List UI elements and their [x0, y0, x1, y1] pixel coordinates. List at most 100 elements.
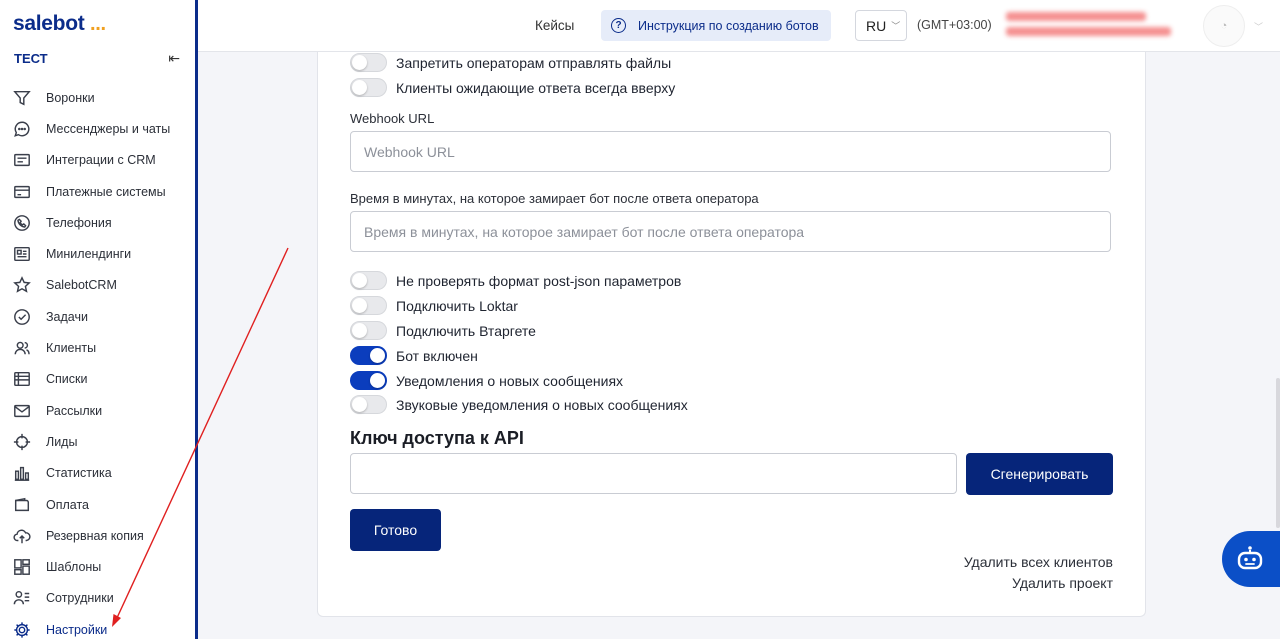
users-icon [12, 338, 32, 358]
project-name: ТЕСТ [14, 51, 48, 66]
sidebar-item-label: Оплата [46, 497, 89, 512]
language-select[interactable]: RU ﹀ [855, 10, 907, 41]
toggle-forbid-operator-files[interactable]: Запретить операторам отправлять файлы [350, 53, 671, 72]
toggle-switch[interactable] [350, 53, 387, 72]
guide-button[interactable]: ? Инструкция по созданию ботов [601, 10, 831, 41]
sidebar-item-telephony[interactable]: Телефония [0, 207, 195, 238]
sidebar-item-backup[interactable]: Резервная копия [0, 520, 195, 551]
toggle-loktar[interactable]: Подключить Loktar [350, 296, 518, 315]
delete-project-link[interactable]: Удалить проект [1012, 575, 1113, 591]
toggle-label: Подключить Втаргете [396, 322, 536, 339]
toggle-switch[interactable] [350, 395, 387, 414]
sidebar-item-label: Списки [46, 372, 88, 387]
toggle-vtargete[interactable]: Подключить Втаргете [350, 321, 536, 340]
toggle-skip-post-json-check[interactable]: Не проверять формат post-json параметров [350, 271, 681, 290]
chat-bubble-icon [12, 119, 32, 139]
sidebar-item-label: Интеграции с CRM [46, 153, 156, 168]
guide-label: Инструкция по созданию ботов [638, 18, 819, 33]
chevron-down-icon[interactable]: ﹀ [1254, 20, 1263, 33]
sidebar-item-lists[interactable]: Списки [0, 364, 195, 395]
sidebar-item-salebotcrm[interactable]: SalebotCRM [0, 270, 195, 301]
list-icon [12, 369, 32, 389]
sidebar-item-templates[interactable]: Шаблоны [0, 551, 195, 582]
mail-icon [12, 401, 32, 421]
done-button[interactable]: Готово [350, 509, 441, 551]
grid-icon [12, 557, 32, 577]
collapse-left-icon[interactable]: ⇤ [168, 50, 180, 67]
star-icon [12, 275, 32, 295]
card-icon [12, 182, 32, 202]
toggle-switch[interactable] [350, 78, 387, 97]
chevron-down-icon: ﹀ [891, 21, 901, 31]
bar-chart-icon [12, 463, 32, 483]
landing-icon [12, 244, 32, 264]
sidebar-item-label: SalebotCRM [46, 278, 117, 293]
avatar[interactable]: ◔ [1203, 5, 1245, 47]
sidebar-item-clients[interactable]: Клиенты [0, 332, 195, 363]
toggle-bot-enabled[interactable]: Бот включен [350, 346, 478, 365]
sidebar-nav: Воронки Мессенджеры и чаты Интеграции с … [0, 82, 195, 639]
toggle-switch[interactable] [350, 346, 387, 365]
toggle-switch[interactable] [350, 296, 387, 315]
salebot-logo[interactable]: salebot ... [13, 12, 106, 36]
sidebar-item-label: Шаблоны [46, 560, 102, 575]
sidebar-item-messengers[interactable]: Мессенджеры и чаты [0, 113, 195, 144]
sidebar-item-label: Мессенджеры и чаты [46, 121, 171, 136]
cloud-upload-icon [12, 526, 32, 546]
cases-link[interactable]: Кейсы [535, 18, 574, 33]
sidebar-item-minilandings[interactable]: Минилендинги [0, 238, 195, 269]
settings-card: Запретить операторам отправлять файлы Кл… [317, 52, 1146, 617]
sidebar-item-label: Минилендинги [46, 247, 132, 262]
freeze-time-label: Время в минутах, на которое замирает бот… [350, 191, 759, 206]
toggle-label: Бот включен [396, 347, 478, 364]
sidebar-item-label: Рассылки [46, 403, 103, 418]
sidebar-item-label: Телефония [46, 215, 112, 230]
sidebar-item-statistics[interactable]: Статистика [0, 458, 195, 489]
top-header: Кейсы ? Инструкция по созданию ботов RU … [198, 0, 1280, 52]
redacted-tariff-info [1006, 12, 1178, 40]
sidebar-item-crm[interactable]: Интеграции с CRM [0, 145, 195, 176]
toggle-new-message-notifications[interactable]: Уведомления о новых сообщениях [350, 371, 623, 390]
timezone-label: (GMT+03:00) [917, 18, 992, 32]
target-icon [12, 432, 32, 452]
sidebar-item-funnels[interactable]: Воронки [0, 82, 195, 113]
sidebar-item-label: Настройки [46, 622, 108, 637]
page-scrollbar[interactable] [1276, 378, 1280, 528]
sidebar-item-payment[interactable]: Оплата [0, 489, 195, 520]
robot-icon [1237, 546, 1263, 570]
api-key-title: Ключ доступа к API [350, 428, 524, 448]
sidebar-item-settings[interactable]: Настройки [0, 614, 195, 639]
freeze-time-input[interactable] [350, 211, 1111, 252]
toggle-switch[interactable] [350, 271, 387, 290]
api-key-input[interactable] [350, 453, 957, 494]
toggle-sound-notifications[interactable]: Звуковые уведомления о новых сообщениях [350, 395, 688, 414]
sidebar-item-staff[interactable]: Сотрудники [0, 583, 195, 614]
sidebar-item-tasks[interactable]: Задачи [0, 301, 195, 332]
sidebar-item-label: Лиды [46, 434, 78, 449]
sidebar-item-label: Задачи [46, 309, 88, 324]
logo-dots: ... [89, 13, 106, 35]
language-value: RU [866, 17, 887, 34]
toggle-waiting-clients-top[interactable]: Клиенты ожидающие ответа всегда вверху [350, 78, 675, 97]
crm-icon [12, 150, 32, 170]
toggle-switch[interactable] [350, 321, 387, 340]
question-icon: ? [611, 18, 626, 33]
webhook-url-input[interactable] [350, 131, 1111, 172]
sidebar-item-mailings[interactable]: Рассылки [0, 395, 195, 426]
sidebar-item-payments[interactable]: Платежные системы [0, 176, 195, 207]
gear-icon [12, 620, 32, 639]
sidebar-item-label: Клиенты [46, 341, 97, 356]
webhook-label: Webhook URL [350, 111, 435, 126]
generate-api-key-button[interactable]: Сгенерировать [966, 453, 1113, 495]
chatbot-widget-button[interactable] [1222, 531, 1280, 587]
sidebar-item-leads[interactable]: Лиды [0, 426, 195, 457]
phone-icon [12, 213, 32, 233]
toggle-label: Не проверять формат post-json параметров [396, 272, 682, 289]
sidebar-item-label: Воронки [46, 90, 95, 105]
toggle-label: Клиенты ожидающие ответа всегда вверху [396, 79, 676, 96]
sidebar-item-label: Резервная копия [46, 528, 144, 543]
delete-all-clients-link[interactable]: Удалить всех клиентов [964, 554, 1113, 570]
toggle-label: Звуковые уведомления о новых сообщениях [396, 396, 688, 413]
toggle-switch[interactable] [350, 371, 387, 390]
project-row: ТЕСТ ⇤ [14, 50, 180, 67]
